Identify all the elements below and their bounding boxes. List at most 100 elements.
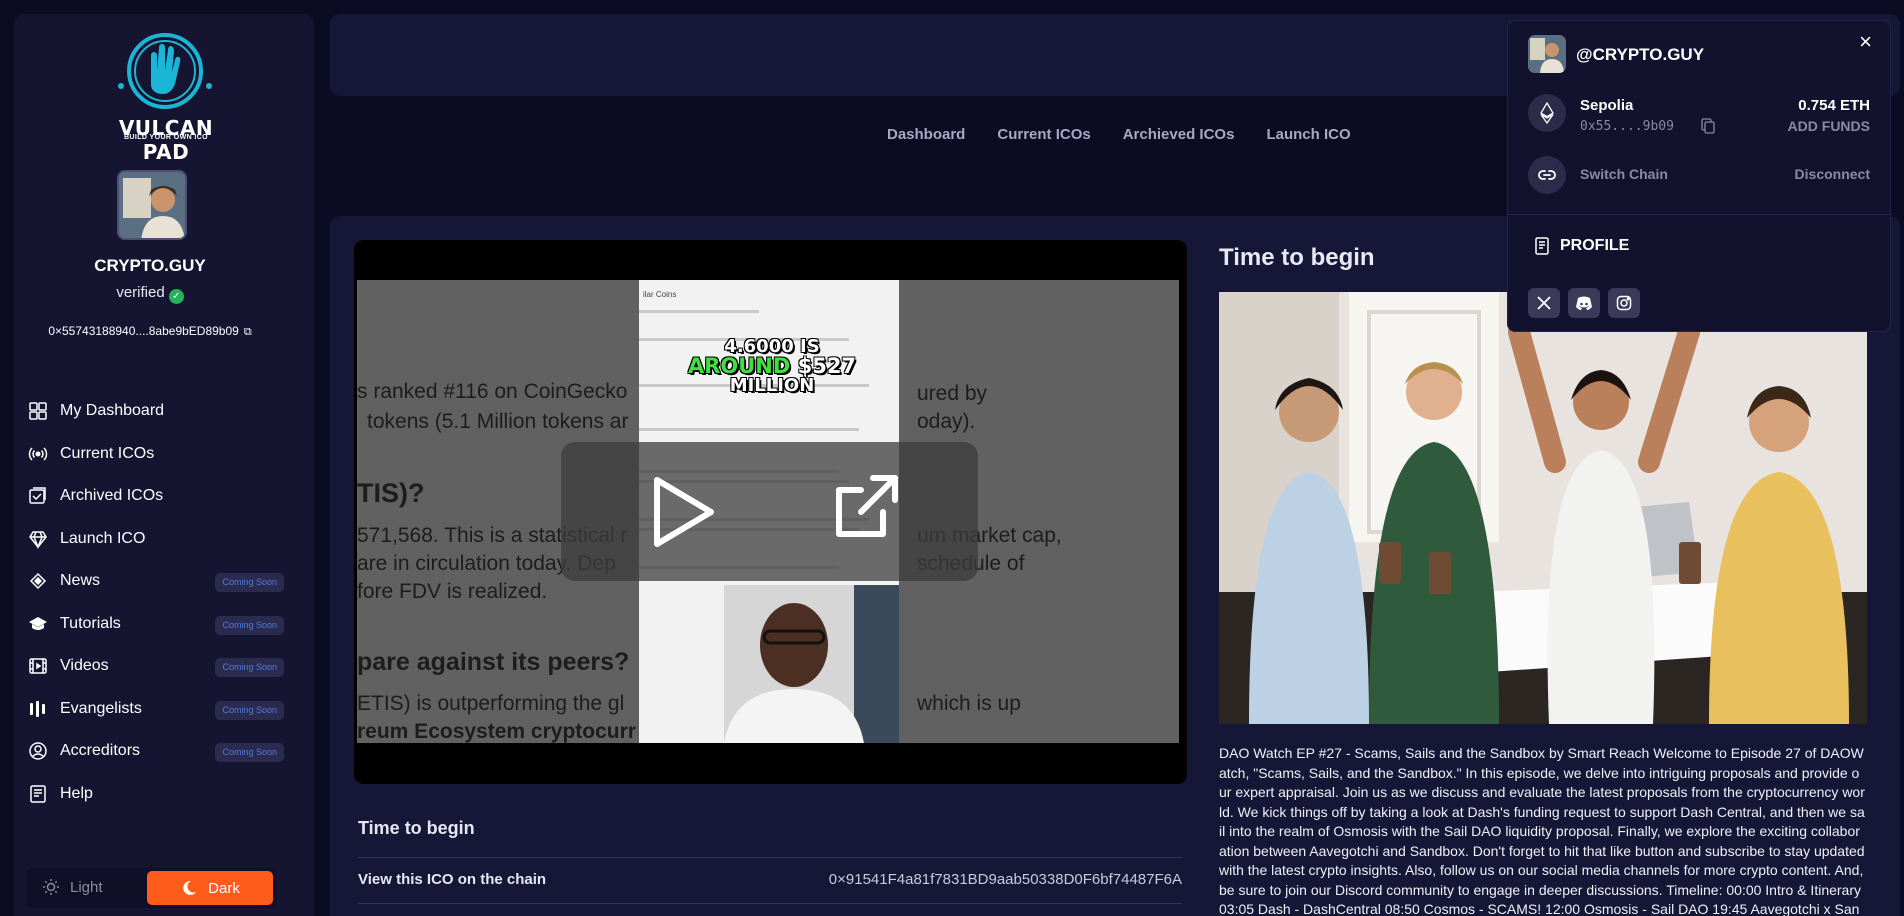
network-name: Sepolia: [1580, 97, 1634, 114]
divider: [358, 857, 1182, 858]
presenter-image: [724, 585, 899, 743]
verified-status: verified ✓: [0, 284, 300, 304]
external-link-icon[interactable]: ⧉: [244, 326, 252, 339]
sidebar-item-archived-icos[interactable]: Archived ICOs: [28, 475, 284, 518]
broadcast-icon: [28, 444, 48, 464]
profile-label: PROFILE: [1560, 237, 1630, 254]
profile-doc-icon: [1535, 237, 1549, 255]
divider: [358, 903, 1182, 904]
thumbnail-caption: 4.6000 IS AROUND $527 MILLION: [687, 338, 857, 395]
top-navigation: Dashboard Current ICOs Archieved ICOs La…: [887, 126, 1351, 143]
caption-line-3: MILLION: [729, 375, 815, 396]
wallet-short-address: 0x55....9b09: [1580, 119, 1674, 134]
video-bg-text: tokens (5.1 Million tokens ar: [367, 410, 629, 433]
contract-address[interactable]: 0×91541F4a81f7831BD9aab50338D0F6bf74487F…: [829, 871, 1182, 888]
theme-light-label: Light: [70, 878, 103, 896]
open-external-icon[interactable]: [831, 472, 901, 542]
sidebar-item-label: Current ICOs: [60, 444, 155, 462]
sidebar-item-current-icos[interactable]: Current ICOs: [28, 433, 284, 476]
theme-dark-button[interactable]: Dark: [147, 871, 273, 905]
discord-icon[interactable]: [1568, 288, 1600, 318]
help-doc-icon: [28, 784, 48, 804]
theme-light-button[interactable]: Light: [42, 878, 103, 896]
wallet-avatar: [1528, 35, 1566, 73]
play-icon[interactable]: [649, 474, 719, 550]
doc-line: [639, 310, 759, 313]
brand-tagline: BUILD YOUR OWN ICO: [123, 134, 209, 141]
ico-title: Time to begin: [358, 818, 475, 838]
sidebar-nav: My Dashboard Current ICOs Archived ICOs …: [28, 390, 284, 815]
social-links: [1528, 288, 1640, 318]
close-icon[interactable]: ×: [1859, 29, 1872, 55]
check-icon: ✓: [168, 289, 184, 304]
sidebar-item-videos[interactable]: Videos Coming Soon: [28, 645, 284, 688]
video-bg-text: s ranked #116 on CoinGecko: [357, 380, 628, 403]
sidebar-item-my-dashboard[interactable]: My Dashboard: [28, 390, 284, 433]
switch-chain-button[interactable]: Switch Chain: [1580, 166, 1668, 182]
news-icon: [28, 571, 48, 591]
video-bg-text: pare against its peers?: [357, 648, 630, 676]
wallet-popup: × @CRYPTO.GUY Sepolia 0x55....9b09 0.754…: [1507, 20, 1891, 332]
instagram-icon[interactable]: [1608, 288, 1640, 318]
coming-soon-badge: Coming Soon: [215, 573, 284, 592]
profile-link[interactable]: PROFILE: [1534, 237, 1629, 255]
diamond-icon: [28, 529, 48, 549]
video-bg-text: fore FDV is realized.: [357, 580, 548, 603]
topnav-archieved-icos[interactable]: Archieved ICOs: [1123, 126, 1235, 143]
video-bg-text: ured by: [917, 382, 988, 405]
theme-toggle: Light Dark: [26, 868, 276, 908]
doc-line: [639, 428, 859, 431]
video-bg-text: which is up: [917, 692, 1021, 715]
topnav-current-icos[interactable]: Current ICOs: [997, 126, 1090, 143]
sidebar-item-help[interactable]: Help: [28, 773, 284, 816]
sidebar-item-evangelists[interactable]: Evangelists Coming Soon: [28, 688, 284, 731]
video-bg-text: reum Ecosystem cryptocurr: [357, 720, 636, 743]
archive-icon: [28, 486, 48, 506]
sidebar-item-label: My Dashboard: [60, 402, 165, 420]
sidebar-item-label: News: [60, 572, 101, 590]
coming-soon-badge: Coming Soon: [215, 615, 284, 635]
ico-cover-image: [1219, 292, 1867, 724]
ico-detail-title: Time to begin: [1219, 244, 1375, 271]
avatar[interactable]: [117, 170, 187, 240]
x-icon[interactable]: [1528, 288, 1560, 318]
coming-soon-badge: Coming Soon: [215, 700, 284, 720]
topnav-dashboard[interactable]: Dashboard: [887, 126, 965, 143]
wallet-address[interactable]: 0×55743188940....8abe9bED89b09 ⧉: [0, 324, 300, 339]
video-bg-text: TIS)?: [357, 478, 425, 508]
copy-icon[interactable]: [1701, 118, 1715, 134]
video-overlay-controls: [561, 442, 978, 581]
verified-label: verified: [116, 284, 165, 301]
sidebar-item-label: Help: [60, 784, 93, 802]
moon-icon: [183, 880, 197, 895]
sidebar-item-news[interactable]: News Coming Soon: [28, 560, 284, 603]
sidebar-item-label: Archived ICOs: [60, 487, 164, 505]
user-circle-icon: [28, 741, 48, 761]
wallet-balance: 0.754 ETH: [1798, 97, 1870, 114]
thumbnail-header: ilar Coins: [643, 290, 677, 299]
sidebar-item-label: Videos: [60, 657, 109, 675]
graduation-cap-icon: [28, 614, 48, 634]
sun-icon: [43, 879, 59, 895]
topnav-launch-ico[interactable]: Launch ICO: [1266, 126, 1350, 143]
divider: [1508, 214, 1890, 215]
sidebar-item-label: Evangelists: [60, 699, 142, 717]
video-bg-text: oday).: [917, 410, 976, 433]
sidebar-item-label: Tutorials: [60, 614, 121, 632]
user-name: CRYPTO.GUY: [94, 256, 206, 275]
add-funds-button[interactable]: ADD FUNDS: [1788, 118, 1870, 134]
wallet-address-text: 0×55743188940....8abe9bED89b09: [48, 324, 239, 338]
video-bg-text: ETIS) is outperforming the gl: [357, 692, 625, 715]
sidebar-item-accreditors[interactable]: Accreditors Coming Soon: [28, 730, 284, 773]
film-icon: [28, 656, 48, 676]
sidebar-item-label: Accreditors: [60, 742, 141, 760]
link-icon[interactable]: [1528, 156, 1566, 194]
theme-dark-label: Dark: [208, 879, 240, 897]
sidebar-item-tutorials[interactable]: Tutorials Coming Soon: [28, 603, 284, 646]
sidebar-item-label: Launch ICO: [60, 529, 146, 547]
ico-description: DAO Watch EP #27 - Scams, Sails and the …: [1219, 745, 1865, 916]
disconnect-button[interactable]: Disconnect: [1795, 166, 1870, 182]
ethereum-icon: [1528, 94, 1566, 132]
sidebar-item-launch-ico[interactable]: Launch ICO: [28, 518, 284, 561]
wallet-handle: @CRYPTO.GUY: [1576, 45, 1705, 64]
